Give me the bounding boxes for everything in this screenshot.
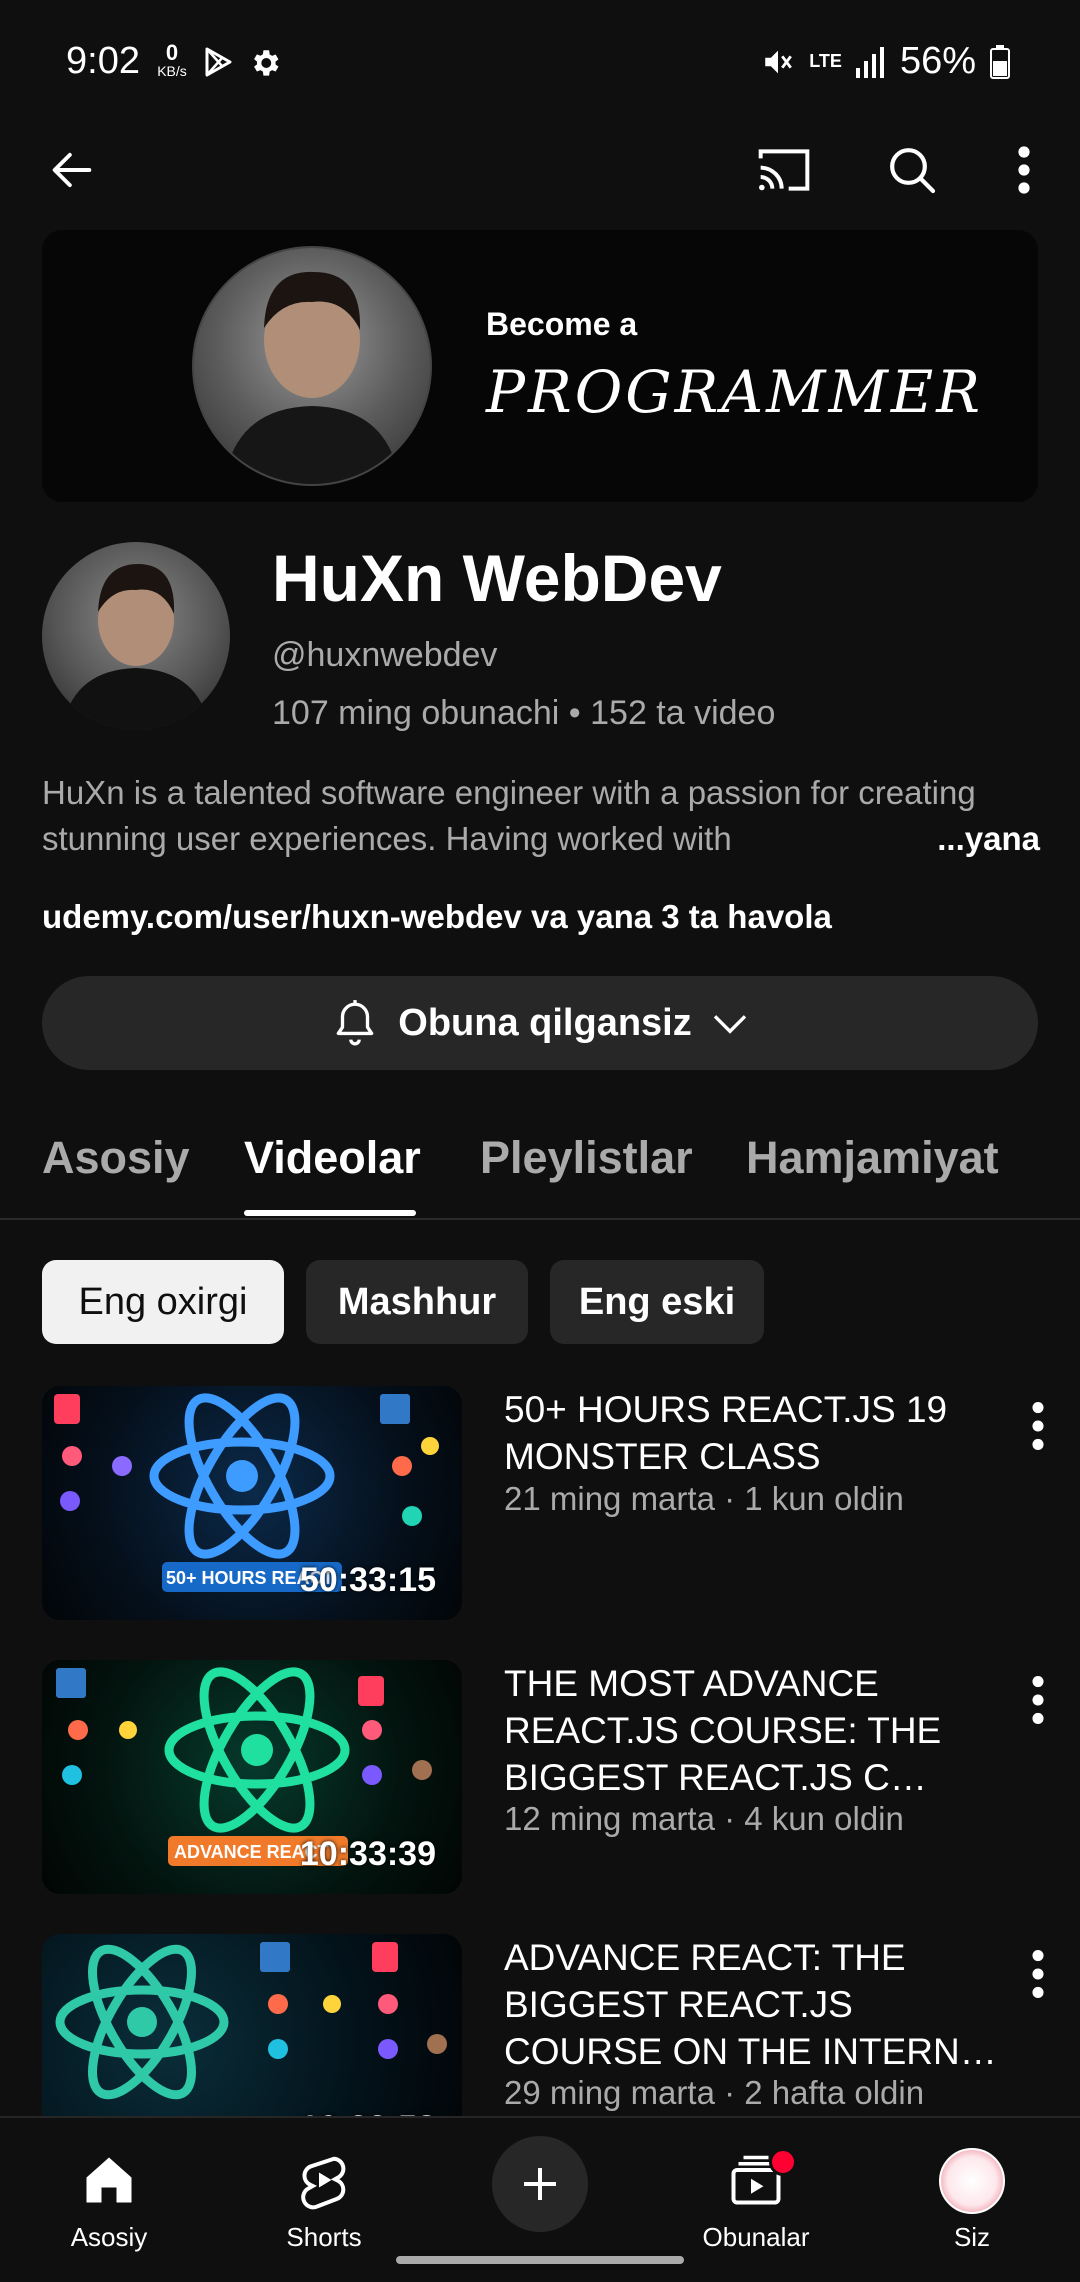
shorts-icon <box>301 2156 346 2210</box>
person-silhouette-icon <box>224 271 400 484</box>
more-vert-icon[interactable] <box>1018 1944 1058 2004</box>
active-tab-indicator <box>244 1210 416 1216</box>
bell-icon <box>336 1000 374 1046</box>
description-more[interactable]: ...yana <box>897 816 1040 862</box>
nav-home-label: Asosiy <box>70 2222 148 2252</box>
nav-subscriptions[interactable]: Obunalar <box>681 2134 831 2252</box>
status-right: LTE 56% <box>761 40 1010 83</box>
video-thumbnail[interactable]: ADVANCE REACT 10:33:39 <box>42 1660 462 1894</box>
settings-icon <box>254 50 279 76</box>
video-meta: 21 ming marta · 1 kun oldin <box>504 1480 904 1517</box>
channel-tabs: Asosiy Videolar Pleylistlar Hamjamiyat <box>0 1120 1080 1220</box>
signal-icon <box>855 46 884 78</box>
nav-you-label: Siz <box>953 2222 991 2252</box>
banner-line2: PROGRAMMER <box>486 358 983 426</box>
battery-icon <box>990 44 1010 79</box>
search-icon[interactable] <box>884 142 940 198</box>
banner-portrait <box>192 246 432 486</box>
nav-shorts[interactable]: Shorts <box>249 2134 399 2252</box>
more-vert-icon[interactable] <box>1004 144 1044 196</box>
video-meta: 12 ming marta · 4 kun oldin <box>504 1800 904 1837</box>
subscribed-button[interactable]: Obuna qilgansiz <box>42 976 1038 1070</box>
video-title[interactable]: ADVANCE REACT: THE BIGGEST REACT.JS COUR… <box>504 1934 1004 2075</box>
video-meta: 29 ming marta · 2 hafta oldin <box>504 2074 925 2111</box>
description-text: HuXn is a talented software engineer wit… <box>42 774 976 857</box>
status-time: 9:02 <box>66 40 140 82</box>
channel-description[interactable]: HuXn is a talented software engineer wit… <box>42 770 1042 862</box>
tab-playlists[interactable]: Pleylistlar <box>480 1132 693 1184</box>
video-item[interactable]: ADVANCE REACT 10:33:39 THE MOST ADVANCE … <box>0 1660 1080 1900</box>
plus-icon <box>524 2168 556 2200</box>
network-type: LTE <box>809 51 842 71</box>
mute-icon <box>765 50 793 73</box>
chip-popular[interactable]: Mashhur <box>306 1260 528 1344</box>
more-vert-icon[interactable] <box>1018 1396 1058 1456</box>
nav-home[interactable]: Asosiy <box>34 2134 184 2252</box>
channel-avatar[interactable] <box>42 542 230 730</box>
more-vert-icon[interactable] <box>1018 1670 1058 1730</box>
chevron-down-icon <box>713 1015 746 1034</box>
profile-avatar <box>939 2148 1005 2214</box>
video-title[interactable]: THE MOST ADVANCE REACT.JS COURSE: THE BI… <box>504 1660 1004 1801</box>
video-item[interactable]: 50+ HOURS REACT 50:33:15 50+ HOURS REACT… <box>0 1386 1080 1626</box>
nav-shorts-label: Shorts <box>286 2222 362 2252</box>
app-bar <box>0 120 1080 220</box>
battery-percent: 56% <box>899 40 976 82</box>
channel-links[interactable]: udemy.com/user/huxn-webdev va yana 3 ta … <box>42 898 832 936</box>
notification-dot <box>769 2148 797 2176</box>
play-store-icon <box>205 47 232 77</box>
video-thumbnail[interactable]: 50+ HOURS REACT 50:33:15 <box>42 1386 462 1620</box>
channel-stats: 107 ming obunachi • 152 ta video <box>272 694 776 732</box>
channel-banner: Become a PROGRAMMER <box>42 230 1038 502</box>
tab-videos[interactable]: Videolar <box>244 1132 421 1184</box>
home-icon <box>86 2157 132 2203</box>
chip-latest[interactable]: Eng oxirgi <box>42 1260 284 1344</box>
nav-subscriptions-label: Obunalar <box>702 2222 810 2252</box>
channel-name: HuXn WebDev <box>272 541 722 615</box>
gesture-bar <box>396 2256 684 2264</box>
nav-you[interactable]: Siz <box>897 2134 1047 2252</box>
chip-oldest[interactable]: Eng eski <box>550 1260 764 1344</box>
video-duration: 50:33:15 <box>299 1561 436 1599</box>
create-button[interactable] <box>492 2136 588 2232</box>
subscribed-label: Obuna qilgansiz <box>398 1001 692 1044</box>
channel-link[interactable]: udemy.com/user/huxn-webdev <box>42 898 522 935</box>
video-title[interactable]: 50+ HOURS REACT.JS 19 MONSTER CLASS <box>504 1386 1004 1480</box>
network-speed: 0 KB/s <box>157 40 187 80</box>
status-bar: 9:02 0 KB/s LTE 56% <box>0 0 1080 120</box>
back-arrow-icon[interactable] <box>46 144 98 196</box>
banner-line1: Become a <box>486 306 638 342</box>
cast-icon[interactable] <box>756 144 812 196</box>
tab-community[interactable]: Hamjamiyat <box>746 1132 999 1184</box>
tab-home[interactable]: Asosiy <box>42 1132 190 1184</box>
avatar-silhouette-icon <box>62 564 210 730</box>
video-duration: 10:33:39 <box>299 1835 436 1873</box>
more-links: va yana 3 ta havola <box>521 898 832 935</box>
channel-handle: @huxnwebdev <box>272 636 498 674</box>
